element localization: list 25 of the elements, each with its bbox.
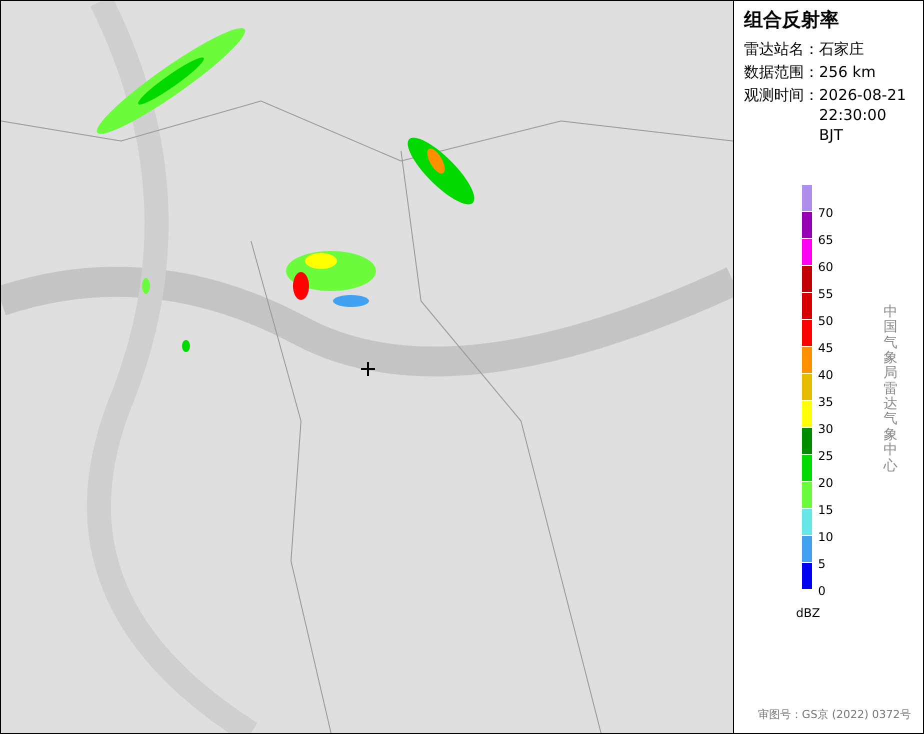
legend-value: 40 bbox=[818, 368, 834, 381]
info-value: 石家庄 bbox=[819, 38, 865, 59]
legend-value: 15 bbox=[818, 504, 834, 516]
legend-value: 65 bbox=[818, 234, 834, 246]
legend-value: 30 bbox=[818, 422, 834, 435]
legend-value: 35 bbox=[818, 396, 834, 408]
panel-title: 组合反射率 bbox=[744, 9, 840, 33]
info-label: 雷达站名： bbox=[744, 38, 819, 59]
info-label: 数据范围： bbox=[744, 62, 819, 82]
legend-value: 45 bbox=[818, 342, 834, 354]
legend-value: 50 bbox=[818, 314, 834, 327]
legend-value: 5 bbox=[818, 558, 826, 570]
legend-value: 70 bbox=[818, 206, 834, 219]
legend-value: 55 bbox=[818, 288, 834, 300]
info-label: 观测时间： bbox=[744, 84, 819, 106]
legend-value: 60 bbox=[818, 260, 834, 273]
legend-value: 20 bbox=[818, 476, 834, 489]
legend-value: 25 bbox=[818, 450, 834, 462]
info-value: 256 km bbox=[819, 62, 877, 82]
legend-value: 10 bbox=[818, 530, 834, 543]
legend-value: 0 bbox=[818, 584, 826, 597]
credit-text: 中国气象局雷达气象中心 bbox=[883, 304, 898, 474]
approval-number: 审图号：GS京 (2022) 0372号 bbox=[758, 706, 911, 722]
legend-unit: dBZ bbox=[796, 604, 822, 622]
info-value: 2026-08-21 22:30:00 BJT bbox=[819, 84, 908, 145]
